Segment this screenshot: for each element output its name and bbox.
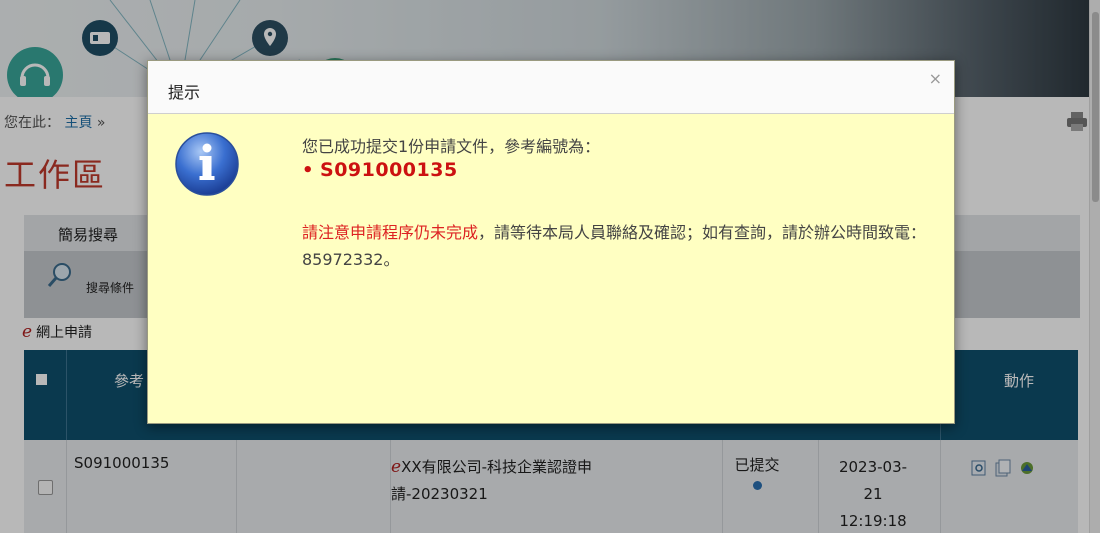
dialog-message-notice: 請注意申請程序仍未完成，請等待本局人員聯絡及確認；如有查詢，請於辦公時間致電：8… (302, 219, 942, 273)
bullet-glyph: • (302, 160, 315, 181)
dialog-message-success: 您已成功提交1份申請文件，參考編號為： (302, 137, 601, 156)
dialog-title: 提示 (168, 83, 201, 102)
close-icon[interactable]: × (929, 69, 942, 88)
reference-number-text: S091000135 (320, 159, 458, 181)
dialog-reference-number: • S091000135 (302, 159, 458, 181)
dialog-warning-text: 請注意申請程序仍未完成 (302, 223, 479, 242)
info-icon (174, 131, 240, 201)
dialog-header: 提示 × (148, 61, 954, 114)
notice-dialog: 提示 × 您已成功提交1份申請文件，參考編號為： • S091000135 請注意… (147, 60, 955, 424)
